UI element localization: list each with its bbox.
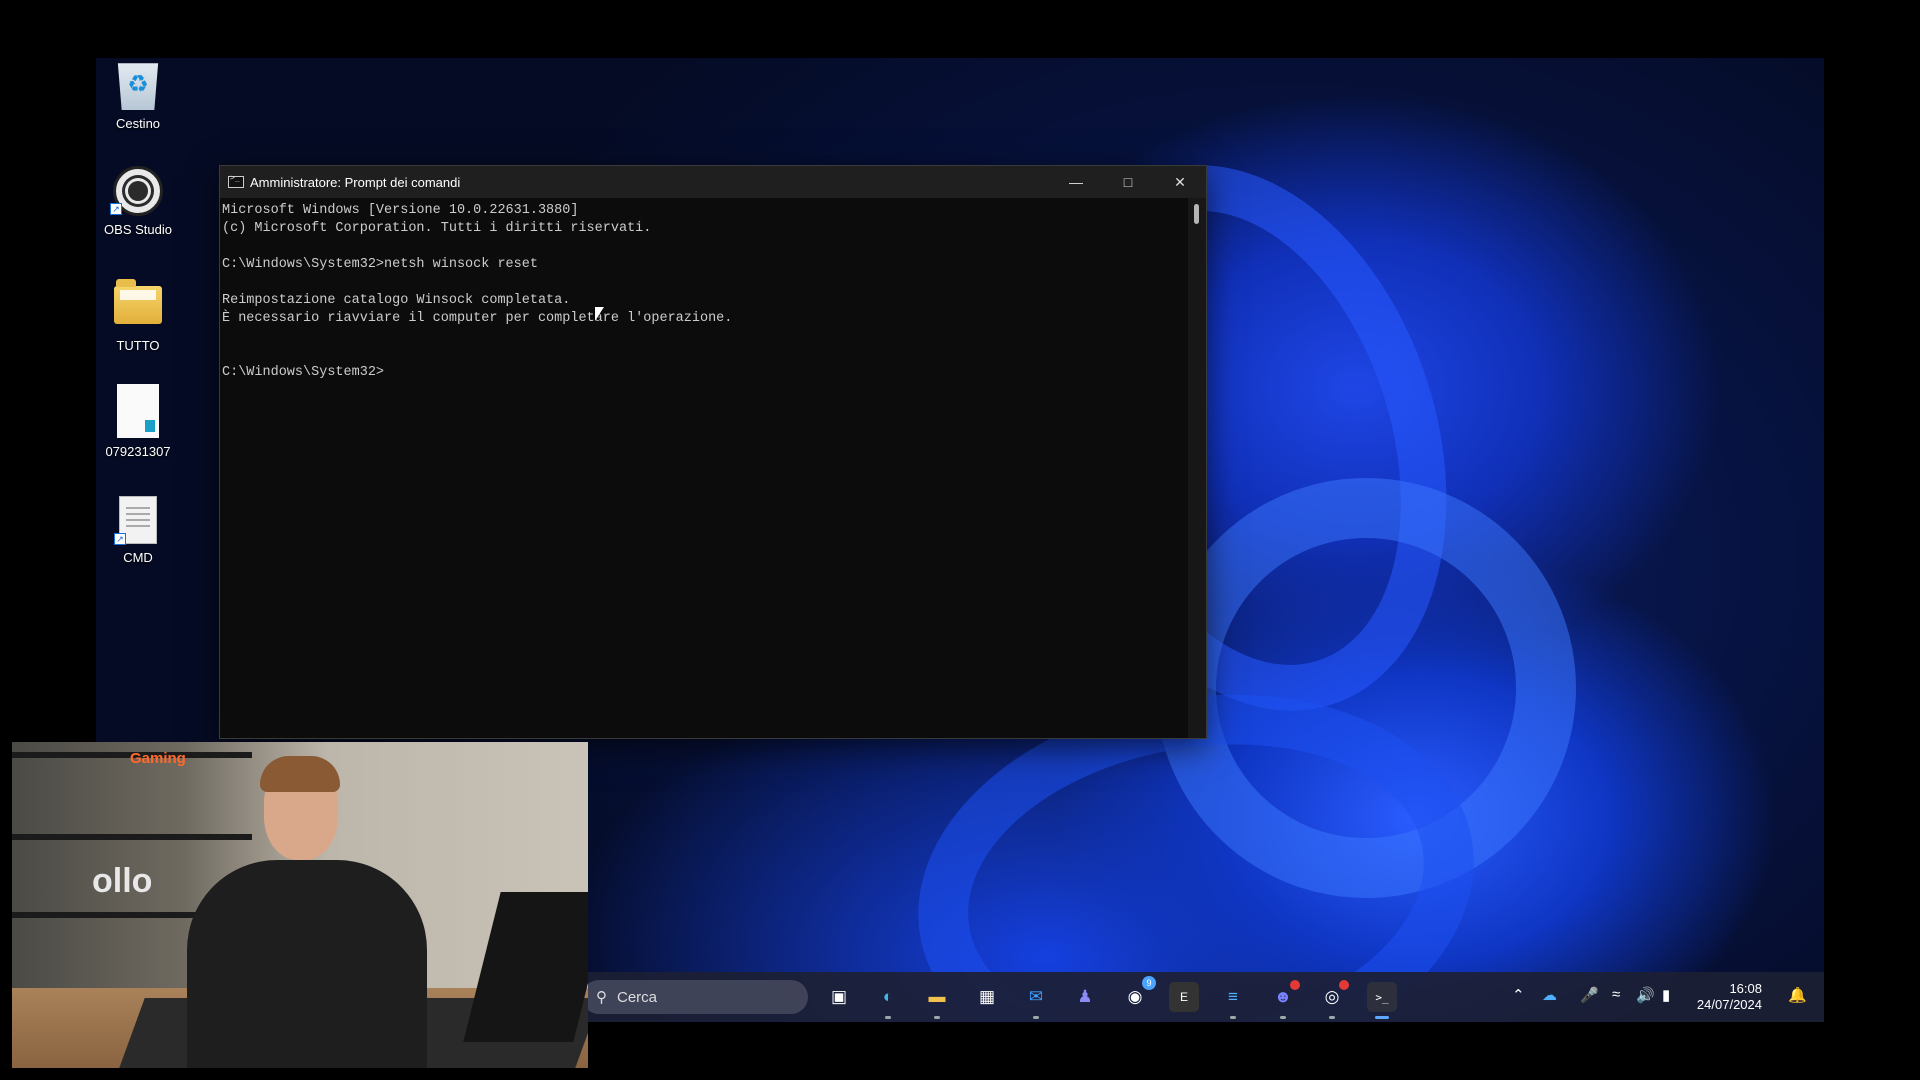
console-line: Reimpostazione catalogo Winsock completa…	[222, 293, 571, 308]
person-hair	[260, 756, 340, 792]
desktop-icon-cestino[interactable]: Cestino	[96, 58, 180, 131]
console-line: C:\Windows\System32>netsh winsock reset	[222, 257, 538, 272]
wifi-icon[interactable]: ≈	[1612, 986, 1620, 1003]
taskbar-search[interactable]: ⚲ Cerca	[582, 980, 808, 1014]
desktop-icon-label: Cestino	[115, 116, 161, 131]
console-line: Microsoft Windows [Versione 10.0.22631.3…	[222, 203, 579, 218]
folder-icon	[114, 279, 162, 324]
shortcut-arrow-icon: ↗	[114, 533, 126, 545]
scrollbar[interactable]	[1188, 198, 1206, 738]
notification-badge: 9	[1142, 976, 1156, 990]
recycle-bin-icon	[117, 63, 159, 110]
webcam-overlay: Gaming ollo	[12, 742, 588, 1068]
search-placeholder: Cerca	[617, 988, 658, 1006]
notification-bell-icon[interactable]: 🔔	[1788, 986, 1807, 1004]
laptop	[463, 892, 588, 1042]
logo-sign: ollo	[92, 862, 153, 900]
desktop-icon-079231307[interactable]: 079231307	[96, 384, 180, 459]
console-prompt[interactable]: C:\Windows\System32>	[222, 364, 1188, 382]
mail-icon: ✉	[1028, 987, 1044, 1006]
command-prompt-icon	[228, 173, 244, 188]
close-button[interactable]: ✕	[1154, 166, 1206, 198]
battery-icon[interactable]: ▮	[1662, 986, 1670, 1004]
minimize-button[interactable]: —	[1050, 166, 1102, 198]
taskbar-app-file-explorer[interactable]: ▬	[922, 982, 952, 1019]
clock-time: 16:08	[1729, 981, 1762, 996]
notification-badge	[1290, 980, 1300, 990]
desktop-icon-obs-studio[interactable]: ↗ OBS Studio	[96, 166, 180, 237]
taskbar-app-edge[interactable]: ◐	[873, 982, 903, 1019]
cmd-window[interactable]: Amministratore: Prompt dei comandi — □ ✕…	[219, 165, 1207, 739]
discord-icon: ☻	[1274, 987, 1292, 1006]
app-icon: ◉	[1127, 987, 1143, 1006]
taskbar-app-outlook[interactable]: ✉	[1021, 982, 1051, 1019]
taskbar-app-epic-games[interactable]: E	[1169, 982, 1199, 1012]
console-line: È necessario riavviare il computer per c…	[222, 311, 733, 326]
onedrive-icon[interactable]: ☁	[1542, 986, 1557, 1004]
console-line: (c) Microsoft Corporation. Tutti i dirit…	[222, 221, 652, 236]
desktop-icon-label: TUTTO	[116, 338, 160, 353]
scrollbar-thumb[interactable]	[1194, 204, 1199, 224]
maximize-button[interactable]: □	[1102, 166, 1154, 198]
text-file-icon: ↗	[114, 496, 157, 545]
microphone-icon[interactable]: 🎤	[1580, 986, 1599, 1004]
mouse-pointer-icon	[595, 307, 604, 321]
taskbar-app-store[interactable]: ▦	[972, 982, 1002, 1012]
taskbar-app-teams[interactable]: ♟	[1070, 982, 1100, 1012]
taskbar-clock[interactable]: 16:08 24/07/2024	[1686, 981, 1762, 1013]
obs-studio-icon: ↗	[110, 166, 163, 216]
brand-sign: Gaming	[130, 750, 186, 767]
volume-icon[interactable]: 🔊	[1636, 986, 1655, 1004]
shortcut-arrow-icon: ↗	[110, 203, 122, 215]
notepad-icon: ≡	[1228, 987, 1238, 1006]
window-title: Amministratore: Prompt dei comandi	[250, 174, 461, 190]
edge-icon: ◐	[882, 987, 894, 1006]
taskbar-app-task-view[interactable]: ▣	[824, 982, 854, 1012]
recording-badge	[1339, 980, 1349, 990]
taskbar-app-obs-studio[interactable]: ◎	[1317, 980, 1349, 1019]
shelf	[12, 834, 252, 840]
epic-games-icon: E	[1179, 990, 1188, 1004]
desktop-icon-label: CMD	[123, 550, 153, 565]
store-icon: ▦	[978, 987, 996, 1006]
taskbar-app-notepad[interactable]: ≡	[1218, 982, 1248, 1019]
desktop-icon-label: 079231307	[105, 444, 171, 459]
desktop-icon-cmd[interactable]: ↗ CMD	[96, 496, 180, 565]
document-icon	[117, 384, 159, 438]
taskbar-app-discord[interactable]: ☻	[1268, 980, 1300, 1019]
chevron-up-icon[interactable]: ⌃	[1512, 986, 1525, 1004]
desktop-icon-label: OBS Studio	[104, 222, 172, 237]
terminal-icon: >_	[1375, 990, 1389, 1004]
clock-date: 24/07/2024	[1696, 997, 1762, 1012]
obs-studio-icon: ◎	[1324, 987, 1340, 1006]
teams-icon: ♟	[1077, 987, 1093, 1006]
task-view-icon: ▣	[830, 987, 848, 1006]
person-body	[187, 860, 427, 1068]
folder-icon: ▬	[928, 987, 946, 1006]
console-output[interactable]: Microsoft Windows [Versione 10.0.22631.3…	[220, 198, 1188, 738]
search-icon: ⚲	[596, 989, 607, 1006]
window-titlebar[interactable]: Amministratore: Prompt dei comandi — □ ✕	[220, 166, 1206, 198]
taskbar-app-terminal[interactable]: >_	[1367, 982, 1397, 1019]
desktop-icon-tutto[interactable]: TUTTO	[96, 276, 180, 353]
taskbar-app-notifications[interactable]: ◉ 9	[1120, 976, 1156, 1012]
